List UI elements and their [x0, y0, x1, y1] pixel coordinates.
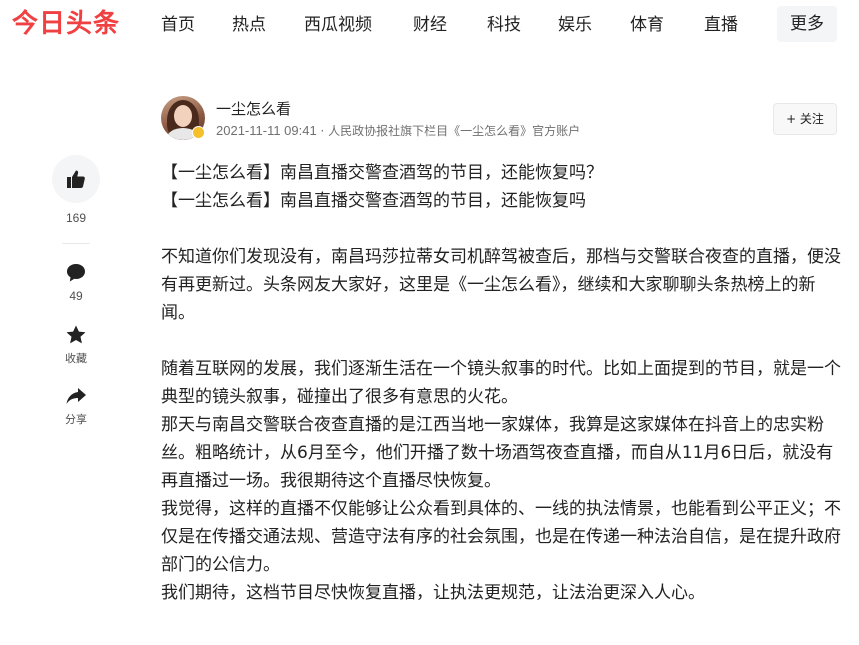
article-paragraph: 随着互联网的发展，我们逐渐生活在一个镜头叙事的时代。比如上面提到的节目，就是一个… [161, 359, 841, 407]
main-nav: 首页 热点 西瓜视频 财经 科技 娱乐 体育 直播 [0, 0, 859, 50]
article-body: 【一尘怎么看】南昌直播交警查酒驾的节目，还能恢复吗？ 【一尘怎么看】南昌直播交警… [161, 159, 841, 607]
author-name[interactable]: 一尘怎么看 [216, 99, 291, 119]
nav-item-hot[interactable]: 热点 [232, 12, 266, 38]
share-icon[interactable] [64, 384, 88, 408]
like-button[interactable] [52, 155, 100, 203]
author-description: · 人民政协报社旗下栏目《一尘怎么看》官方账户 [316, 124, 581, 138]
star-icon[interactable] [64, 323, 88, 347]
article-title-line: 【一尘怎么看】南昌直播交警查酒驾的节目，还能恢复吗 [161, 191, 586, 211]
verified-badge-icon [192, 126, 205, 139]
follow-button[interactable]: + 关注 [773, 103, 837, 135]
rail-divider [62, 243, 90, 244]
share-label: 分享 [65, 413, 87, 426]
top-navigation-bar: 今日头条 首页 热点 西瓜视频 财经 科技 娱乐 体育 直播 更多 [0, 0, 859, 50]
nav-item-entertainment[interactable]: 娱乐 [558, 12, 592, 38]
article-paragraph: 那天与南昌交警联合夜查直播的是江西当地一家媒体，我算是这家媒体在抖音上的忠实粉丝… [161, 415, 834, 491]
article-title-line: 【一尘怎么看】南昌直播交警查酒驾的节目，还能恢复吗？ [161, 163, 603, 183]
article-paragraph: 我们期待，这档节目尽快恢复直播，让执法更规范，让法治更深入人心。 [161, 583, 705, 603]
article-intro: 不知道你们发现没有，南昌玛莎拉蒂女司机醉驾被查后，那档与交警联合夜查的直播，便没… [161, 247, 841, 323]
nav-item-xigua-video[interactable]: 西瓜视频 [304, 12, 372, 38]
nav-item-sports[interactable]: 体育 [630, 12, 664, 38]
nav-item-finance[interactable]: 财经 [413, 12, 447, 38]
article-meta: 2021-11-11 09:41 · 人民政协报社旗下栏目《一尘怎么看》官方账户 [216, 122, 580, 140]
favorite-label: 收藏 [65, 352, 87, 365]
nav-item-tech[interactable]: 科技 [487, 12, 521, 38]
nav-item-home[interactable]: 首页 [161, 12, 195, 38]
comment-count: 49 [69, 289, 83, 303]
more-button[interactable]: 更多 [777, 6, 837, 42]
avatar-face [174, 105, 192, 127]
like-count: 169 [65, 211, 87, 225]
article-paragraph: 我觉得，这样的直播不仅能够让公众看到具体的、一线的执法情景，也能看到公平正义；不… [161, 499, 841, 575]
publish-time: 2021-11-11 09:41 [216, 123, 317, 138]
thumbs-up-icon [67, 170, 85, 188]
comment-icon[interactable] [64, 261, 88, 285]
nav-item-live[interactable]: 直播 [704, 12, 738, 38]
